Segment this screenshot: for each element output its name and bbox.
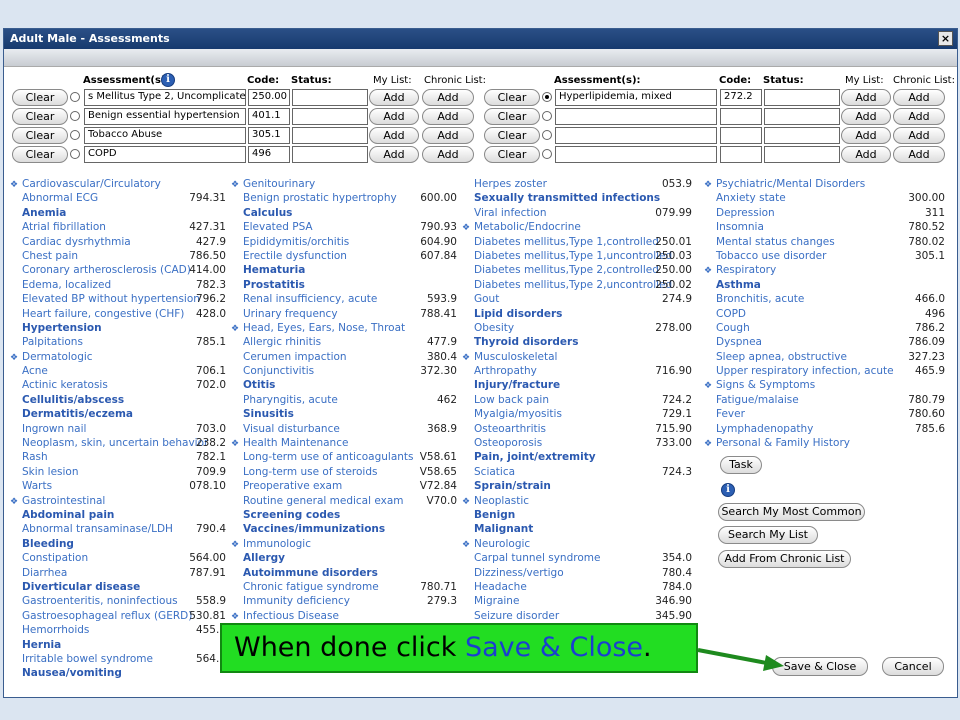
arrow-head-icon: [763, 655, 784, 671]
arrow-overlay: [697, 648, 784, 671]
arrow-line: [697, 648, 773, 666]
